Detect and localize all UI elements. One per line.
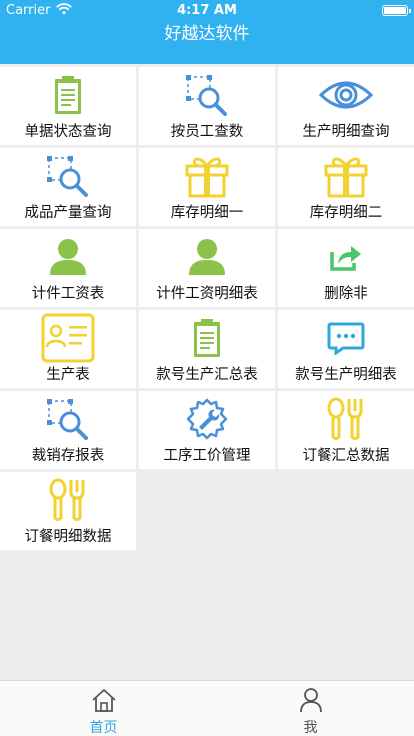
user-icon	[299, 688, 322, 713]
tile-label: 计件工资表	[31, 286, 105, 302]
gift-box-icon	[185, 157, 229, 198]
tile-label: 生产明细查询	[302, 124, 390, 140]
clipboard-icon	[194, 319, 220, 357]
tile-style-production-summary[interactable]: 款号生产汇总表	[139, 310, 275, 388]
tile-cutting-report[interactable]: 裁销存报表	[0, 391, 136, 469]
tile-style-production-detail[interactable]: 款号生产明细表	[278, 310, 414, 388]
tile-production-detail-query[interactable]: 生产明细查询	[278, 67, 414, 145]
tile-label: 工序工价管理	[163, 448, 251, 464]
tile-label: 成品产量查询	[24, 205, 112, 221]
gift-box-icon	[324, 157, 368, 198]
tile-inventory-detail-2[interactable]: 库存明细二	[278, 148, 414, 226]
search-select-icon	[47, 156, 88, 197]
tile-piecework-wage-detail[interactable]: 计件工资明细表	[139, 229, 275, 307]
status-bar: Carrier 4:17 AM	[0, 0, 414, 20]
tile-finished-output-query[interactable]: 成品产量查询	[0, 148, 136, 226]
tile-label: 订餐明细数据	[24, 529, 112, 545]
home-icon	[91, 689, 116, 712]
tile-process-price-management[interactable]: 工序工价管理	[139, 391, 275, 469]
function-grid: 单据状态查询 按员工查数 生产明细查询 成品产量查询 库存明细一 库存明细二 计…	[0, 67, 414, 550]
tile-document-status-query[interactable]: 单据状态查询	[0, 67, 136, 145]
fork-spoon-icon	[327, 397, 363, 440]
page-title: 好越达软件	[164, 24, 250, 44]
tile-label: 订餐汇总数据	[302, 448, 390, 464]
battery-icon	[382, 5, 411, 16]
tab-home[interactable]: 首页	[0, 681, 207, 736]
tile-label: 删除非	[324, 286, 368, 302]
tab-me[interactable]: 我	[207, 681, 414, 736]
tile-query-by-employee[interactable]: 按员工查数	[139, 67, 275, 145]
person-icon	[50, 239, 86, 275]
person-icon	[189, 239, 225, 275]
wrench-gear-icon	[186, 398, 228, 440]
tile-label: 单据状态查询	[24, 124, 112, 140]
eye-icon	[319, 81, 373, 109]
tile-label: 款号生产明细表	[295, 367, 397, 383]
tile-label: 生产表	[46, 367, 90, 383]
tile-label: 库存明细二	[309, 205, 383, 221]
share-icon	[330, 246, 361, 271]
clipboard-icon	[55, 76, 81, 114]
tile-meal-order-detail[interactable]: 订餐明细数据	[0, 472, 136, 550]
tile-delete[interactable]: 删除非	[278, 229, 414, 307]
tab-bar: 首页 我	[0, 680, 414, 736]
tile-inventory-detail-1[interactable]: 库存明细一	[139, 148, 275, 226]
search-select-icon	[47, 399, 88, 440]
chat-bubble-icon	[327, 322, 365, 355]
header-bar: Carrier 4:17 AM 好越达软件	[0, 0, 414, 64]
search-select-icon	[186, 75, 227, 116]
tile-meal-order-summary[interactable]: 订餐汇总数据	[278, 391, 414, 469]
tile-label: 裁销存报表	[31, 448, 105, 464]
tile-label: 按员工查数	[170, 124, 244, 140]
id-card-icon	[41, 313, 95, 363]
fork-spoon-icon	[49, 478, 85, 521]
tile-label: 计件工资明细表	[156, 286, 258, 302]
tile-label: 款号生产汇总表	[156, 367, 258, 383]
tab-label: 首页	[89, 720, 118, 736]
tile-piecework-wage-table[interactable]: 计件工资表	[0, 229, 136, 307]
clock: 4:17 AM	[177, 3, 237, 18]
tab-label: 我	[303, 720, 318, 736]
tile-label: 库存明细一	[170, 205, 244, 221]
tile-production-table[interactable]: 生产表	[0, 310, 136, 388]
